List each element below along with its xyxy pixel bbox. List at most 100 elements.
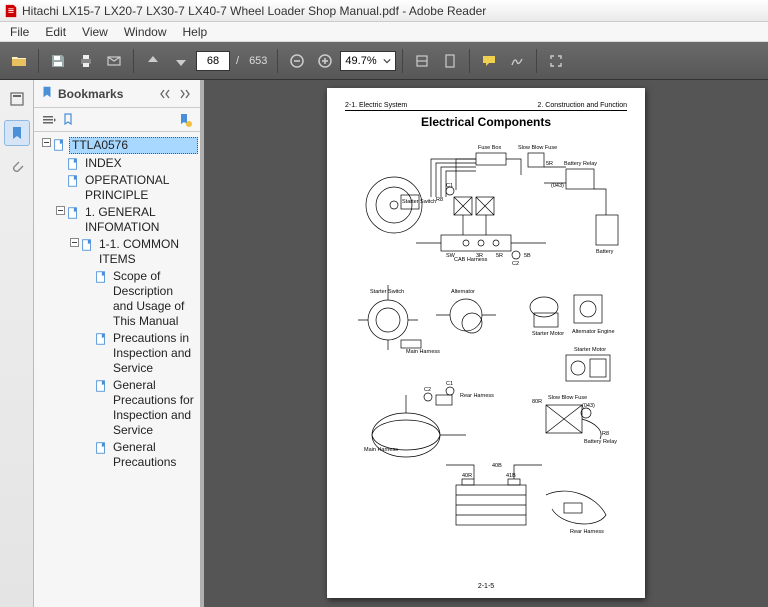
bookmark-page-icon: [94, 332, 108, 346]
svg-text:5R: 5R: [546, 161, 553, 167]
app-icon: [4, 4, 18, 18]
fit-width-button[interactable]: [409, 48, 435, 74]
svg-text:Slow Blow Fuse: Slow Blow Fuse: [548, 395, 587, 401]
svg-text:(043): (043): [551, 183, 564, 189]
sign-button[interactable]: [504, 48, 530, 74]
panel-header: Bookmarks: [34, 80, 200, 108]
bookmark-label: OPERATIONAL PRINCIPLE: [83, 173, 198, 203]
bookmarks-panel: Bookmarks TTLA0576INDEX OPERATIONAL PRINC…: [34, 80, 204, 607]
svg-text:80R: 80R: [532, 399, 542, 405]
panel-close-button[interactable]: [176, 85, 194, 103]
toolbar-separator: [536, 49, 537, 73]
bookmark-label: 1-1. COMMON ITEMS: [97, 237, 198, 267]
svg-text:3R: 3R: [476, 253, 483, 259]
thumbnails-tab[interactable]: [4, 86, 30, 112]
svg-text:R8: R8: [436, 197, 443, 203]
svg-text:Battery Relay: Battery Relay: [564, 161, 597, 167]
bookmark-item[interactable]: TTLA0576: [36, 136, 198, 155]
panel-collapse-button[interactable]: [156, 85, 174, 103]
bookmark-item[interactable]: General Precautions: [36, 439, 198, 471]
fullscreen-button[interactable]: [543, 48, 569, 74]
electrical-diagram: Starter Switch Fuse Box Slow Blow Fuse B…: [345, 135, 627, 557]
panel-options-button[interactable]: [40, 111, 58, 129]
bookmark-twisty[interactable]: [54, 206, 66, 215]
find-bookmark-button[interactable]: [60, 111, 78, 129]
attachments-tab[interactable]: [4, 154, 30, 180]
menu-edit[interactable]: Edit: [37, 23, 74, 41]
zoom-select[interactable]: 49.7%: [340, 51, 395, 71]
svg-text:Alternator Engine: Alternator Engine: [572, 329, 615, 335]
svg-text:Fuse Box: Fuse Box: [478, 145, 501, 151]
bookmark-item[interactable]: Scope of Description and Usage of This M…: [36, 268, 198, 330]
menu-window[interactable]: Window: [116, 23, 175, 41]
save-button[interactable]: [45, 48, 71, 74]
svg-text:Main Harness: Main Harness: [406, 349, 440, 355]
bookmark-label: Precautions in Inspection and Service: [111, 331, 198, 376]
svg-text:SW: SW: [446, 253, 456, 259]
new-bookmark-button[interactable]: [176, 111, 194, 129]
menu-view[interactable]: View: [74, 23, 116, 41]
bookmarks-tab[interactable]: [4, 120, 30, 146]
page-footer: 2-1-5: [327, 583, 645, 590]
toolbar-separator: [133, 49, 134, 73]
svg-text:R8: R8: [602, 431, 609, 437]
bookmark-page-icon: [80, 238, 94, 252]
chevron-down-icon: [381, 57, 393, 65]
nav-strip: [0, 80, 34, 607]
svg-text:Alternator: Alternator: [451, 289, 475, 295]
menu-file[interactable]: File: [2, 23, 37, 41]
bookmark-item[interactable]: OPERATIONAL PRINCIPLE: [36, 172, 198, 204]
comment-button[interactable]: [476, 48, 502, 74]
page-number-input[interactable]: [196, 51, 230, 71]
open-button[interactable]: [6, 48, 32, 74]
toolbar-separator: [277, 49, 278, 73]
bookmark-page-icon: [94, 441, 108, 455]
bookmark-item[interactable]: General Precautions for Inspection and S…: [36, 377, 198, 439]
svg-text:C1: C1: [446, 381, 453, 387]
bookmark-page-icon: [66, 206, 80, 220]
bookmark-twisty[interactable]: [68, 238, 80, 247]
toolbar-separator: [38, 49, 39, 73]
svg-text:Starter Switch: Starter Switch: [402, 199, 436, 205]
panel-toolbar: [34, 108, 200, 132]
bookmark-label: INDEX: [83, 156, 198, 171]
toolbar-separator: [402, 49, 403, 73]
svg-text:5R: 5R: [496, 253, 503, 259]
bookmark-tree[interactable]: TTLA0576INDEX OPERATIONAL PRINCIPLE1. GEN…: [34, 132, 200, 607]
fit-page-button[interactable]: [437, 48, 463, 74]
bookmark-item[interactable]: Precautions in Inspection and Service: [36, 330, 198, 377]
toolbar-separator: [469, 49, 470, 73]
bookmark-icon: [40, 85, 54, 102]
menu-help[interactable]: Help: [175, 23, 216, 41]
svg-text:Rear Harness: Rear Harness: [460, 393, 494, 399]
zoom-value: 49.7%: [343, 55, 378, 67]
page-title: Electrical Components: [345, 115, 627, 129]
svg-text:Battery Relay: Battery Relay: [584, 439, 617, 445]
page-header-right: 2. Construction and Function: [538, 102, 628, 109]
bookmark-item[interactable]: 1. GENERAL INFOMATION: [36, 204, 198, 236]
bookmark-page-icon: [94, 270, 108, 284]
page-total: 653: [249, 55, 267, 67]
bookmark-item[interactable]: 1-1. COMMON ITEMS: [36, 236, 198, 268]
zoom-out-button[interactable]: [284, 48, 310, 74]
page-down-button[interactable]: [168, 48, 194, 74]
panel-title: Bookmarks: [58, 87, 123, 101]
bookmark-label: General Precautions: [111, 440, 198, 470]
bookmark-label: 1. GENERAL INFOMATION: [83, 205, 198, 235]
print-button[interactable]: [73, 48, 99, 74]
document-viewport[interactable]: 2-1. Electric System 2. Construction and…: [204, 80, 768, 607]
bookmark-twisty[interactable]: [40, 138, 52, 147]
bookmark-page-icon: [66, 174, 80, 188]
svg-text:Starter Motor: Starter Motor: [532, 331, 564, 337]
bookmark-item[interactable]: INDEX: [36, 155, 198, 172]
main-area: Bookmarks TTLA0576INDEX OPERATIONAL PRINC…: [0, 80, 768, 607]
bookmark-page-icon: [52, 138, 66, 152]
window-title: Hitachi LX15-7 LX20-7 LX30-7 LX40-7 Whee…: [22, 4, 486, 18]
zoom-in-button[interactable]: [312, 48, 338, 74]
svg-text:40B: 40B: [492, 463, 502, 469]
svg-text:Slow Blow Fuse: Slow Blow Fuse: [518, 145, 557, 151]
bookmark-page-icon: [66, 157, 80, 171]
email-button[interactable]: [101, 48, 127, 74]
bookmark-page-icon: [94, 379, 108, 393]
page-up-button[interactable]: [140, 48, 166, 74]
